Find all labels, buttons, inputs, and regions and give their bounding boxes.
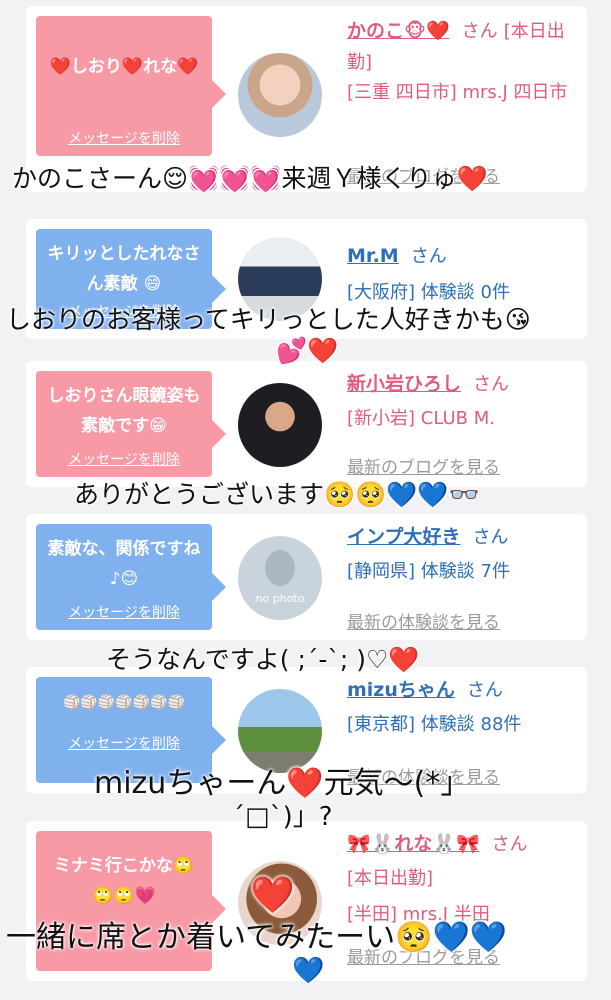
message-bubble: 素敵な、関係ですね♪😊 メッセージを削除 — [36, 524, 226, 630]
overlay-caption: ❤️ — [250, 875, 295, 916]
honorific: さん — [491, 834, 528, 855]
avatar[interactable] — [238, 383, 322, 467]
honorific: さん — [472, 527, 509, 548]
shop-location: [静岡県] 体験談 7件 — [347, 561, 510, 582]
bubble-text: ミナミ行こかな🙄🙄🙄💗 — [53, 856, 195, 906]
honorific: さん — [410, 246, 447, 267]
overlay-caption: 💕❤️ — [276, 336, 339, 365]
bubble-text: しおりさん眼鏡姿も素敵です😁 — [47, 386, 201, 436]
user-name-link[interactable]: かのこ🐵❤️ — [347, 20, 450, 42]
delete-message-link[interactable]: メッセージを削除 — [36, 604, 212, 622]
overlay-caption: ありがとうございます🥺🥺💙💙👓 — [74, 480, 480, 509]
user-name-link[interactable]: 🎀🐰れな🐰🎀 — [347, 833, 480, 855]
user-name-link[interactable]: 新小岩ひろし — [347, 373, 461, 395]
overlay-caption: そうなんですよ( ;´-`; )♡❤️ — [106, 645, 420, 674]
message-card-4: 素敵な、関係ですね♪😊 メッセージを削除 no photo インプ大好き さん [… — [26, 514, 587, 640]
user-name-link[interactable]: mizuちゃん — [347, 679, 455, 701]
bubble-text: 素敵な、関係ですね♪😊 — [47, 539, 201, 589]
bubble-text: キリッとしたれなさん素敵 😄 — [47, 244, 201, 294]
status-badge: [本日出勤] — [347, 868, 434, 889]
overlay-caption: しおりのお客様ってキリっとした人好きかも😘 — [6, 305, 531, 334]
honorific: さん — [466, 680, 503, 701]
honorific: さん — [461, 21, 498, 42]
message-bubble: ❤️しおり❤️れな❤️ メッセージを削除 — [36, 16, 226, 156]
avatar-silhouette-icon — [265, 550, 295, 586]
delete-message-link[interactable]: メッセージを削除 — [36, 735, 212, 753]
delete-message-link[interactable]: メッセージを削除 — [36, 451, 212, 469]
message-card-3: しおりさん眼鏡姿も素敵です😁 メッセージを削除 新小岩ひろし さん [新小岩] C… — [26, 361, 587, 487]
latest-review-link[interactable]: 最新の体験談を見る — [347, 612, 500, 634]
bubble-text: 🏐🏐🏐🏐🏐🏐🏐 — [62, 695, 186, 711]
overlay-caption: かのこさーん😌💓💓💓来週Ｙ様くりゅ❤️ — [12, 164, 488, 193]
shop-location: [東京都] 体験談 88件 — [347, 714, 522, 735]
user-name-link[interactable]: Mr.M — [347, 245, 399, 267]
delete-message-link[interactable]: メッセージを削除 — [36, 130, 212, 148]
no-photo-label: no photo — [255, 592, 305, 605]
bubble-text: ❤️しおり❤️れな❤️ — [49, 57, 199, 77]
overlay-caption: 一緒に席とか着いてみたーい🥺💙💙 — [6, 920, 508, 955]
shop-location: [三重 四日市] mrs.J 四日市 — [347, 82, 568, 103]
avatar[interactable]: no photo — [238, 536, 322, 620]
message-bubble: しおりさん眼鏡姿も素敵です😁 メッセージを削除 — [36, 371, 226, 477]
honorific: さん — [473, 374, 510, 395]
overlay-caption: ´□`)」? — [232, 802, 333, 832]
avatar[interactable] — [238, 53, 322, 137]
overlay-caption: 💙 — [292, 956, 325, 986]
shop-location: [新小岩] CLUB M. — [347, 408, 495, 429]
user-name-link[interactable]: インプ大好き — [347, 526, 460, 548]
